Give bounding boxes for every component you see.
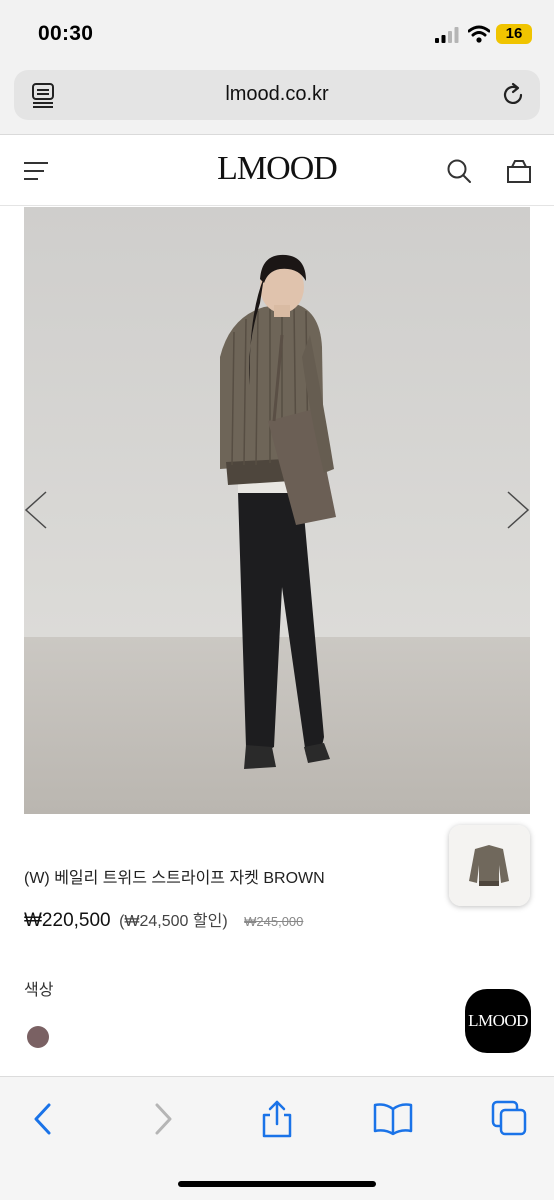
status-bar: 00:30 16 xyxy=(0,0,554,62)
reload-icon[interactable] xyxy=(500,82,526,108)
browser-chrome: lmood.co.kr xyxy=(0,62,554,135)
floating-logo-button[interactable]: LMOOD xyxy=(465,989,531,1053)
bookmarks-icon[interactable] xyxy=(373,1099,413,1139)
price-discount: (₩24,500 할인) xyxy=(119,913,228,930)
bag-icon[interactable] xyxy=(506,158,532,184)
color-swatch[interactable] xyxy=(27,1026,49,1048)
color-label: 색상 xyxy=(24,982,54,999)
forward-icon[interactable] xyxy=(142,1099,182,1139)
product-name: (W) 베일리 트위드 스트라이프 자켓 BROWN xyxy=(24,870,325,887)
product-photo xyxy=(24,207,530,814)
price-row: ₩220,500 (₩24,500 할인) ₩245,000 xyxy=(24,907,303,932)
product-thumbnail[interactable] xyxy=(449,825,530,906)
search-icon[interactable] xyxy=(446,158,472,184)
price-current: ₩220,500 xyxy=(24,910,111,931)
address-bar[interactable]: lmood.co.kr xyxy=(14,70,540,120)
price-original: ₩245,000 xyxy=(244,914,304,929)
status-time: 00:30 xyxy=(38,22,94,45)
share-icon[interactable] xyxy=(257,1099,297,1139)
battery-indicator: 16 xyxy=(496,24,532,44)
home-indicator xyxy=(178,1181,376,1187)
chevron-right-icon[interactable] xyxy=(504,490,532,530)
url-text[interactable]: lmood.co.kr xyxy=(14,83,540,106)
wifi-icon xyxy=(468,25,490,43)
tabs-icon[interactable] xyxy=(490,1099,530,1139)
back-icon[interactable] xyxy=(24,1099,64,1139)
signal-icon xyxy=(435,27,459,43)
site-header: LMOOD xyxy=(0,136,554,206)
chevron-left-icon[interactable] xyxy=(22,490,50,530)
thumbnail-image xyxy=(449,825,530,906)
